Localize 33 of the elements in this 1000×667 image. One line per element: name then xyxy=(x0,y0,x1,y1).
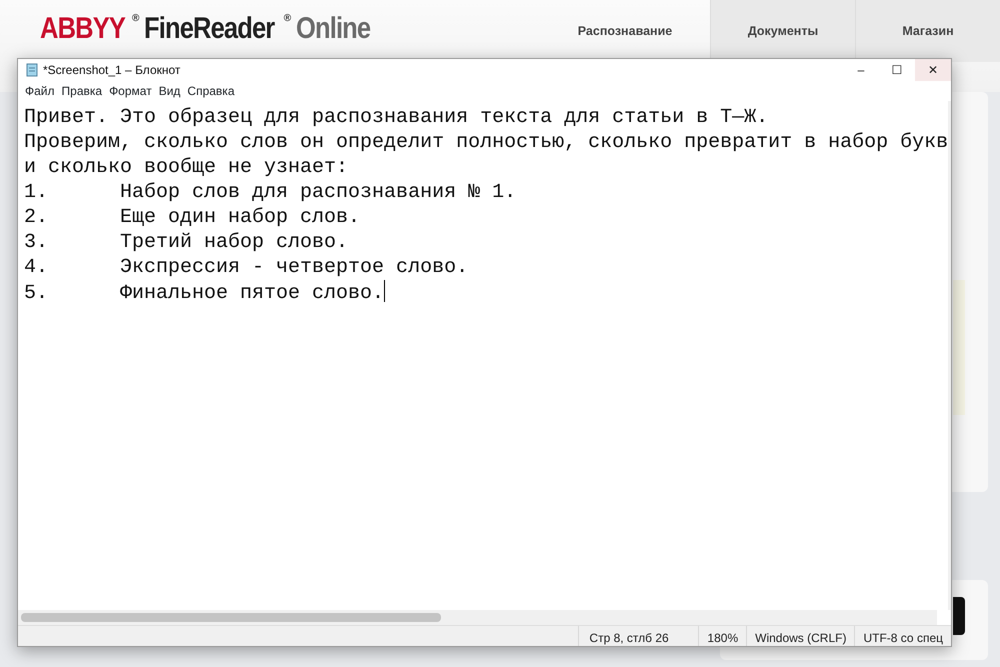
notepad-icon xyxy=(25,63,39,77)
menu-item[interactable]: Правка xyxy=(60,82,108,100)
menu-item[interactable]: Вид xyxy=(156,82,186,100)
text-line: Проверим, сколько слов он определит полностью, сколько превратит в набор букв xyxy=(24,130,948,155)
status-text: UTF-8 со спец xyxy=(854,626,951,646)
scrollbar-thumb[interactable] xyxy=(21,613,441,622)
text-line: 3. Третий набор слово. xyxy=(24,230,348,255)
logo-text: FineReader xyxy=(144,14,275,44)
text-line: 1. Набор слов для распознавания № 1. xyxy=(24,180,516,205)
menu-item[interactable]: Файл xyxy=(23,82,60,100)
status-text: 180% xyxy=(698,626,746,646)
close-button[interactable]: ✕ xyxy=(915,59,951,81)
text-line: 4. Экспрессия - четвертое слово. xyxy=(24,255,468,280)
logo-text: Online xyxy=(296,14,370,44)
text-line: 2. Еще один набор слов. xyxy=(24,205,360,230)
status-text: Windows (CRLF) xyxy=(746,626,854,646)
text-line: 5. Финальное пятое слово. xyxy=(24,280,386,306)
registered-mark: ® xyxy=(132,14,138,24)
maximize-button[interactable]: ☐ xyxy=(879,59,915,81)
horizontal-scrollbar[interactable] xyxy=(18,610,937,625)
text-cursor xyxy=(384,280,386,302)
text-line: и сколько вообще не узнает: xyxy=(24,155,348,180)
menu-item[interactable]: Справка xyxy=(185,82,240,100)
registered-mark: ® xyxy=(284,14,290,24)
minimize-button[interactable]: – xyxy=(843,59,879,81)
window-title: *Screenshot_1 – Блокнот xyxy=(43,62,182,79)
text-line: Привет. Это образец для распознавания текста для статьи в Т—Ж. xyxy=(24,105,768,130)
dark-button[interactable] xyxy=(953,597,965,635)
nav-tab[interactable]: Магазин xyxy=(855,0,1000,62)
nav-tab[interactable]: Распознавание xyxy=(540,0,710,62)
menu-item[interactable]: Формат xyxy=(107,82,157,100)
status-text: Стр 8, стлб 26 xyxy=(578,626,698,646)
logo-text: ABBYY xyxy=(40,14,126,44)
